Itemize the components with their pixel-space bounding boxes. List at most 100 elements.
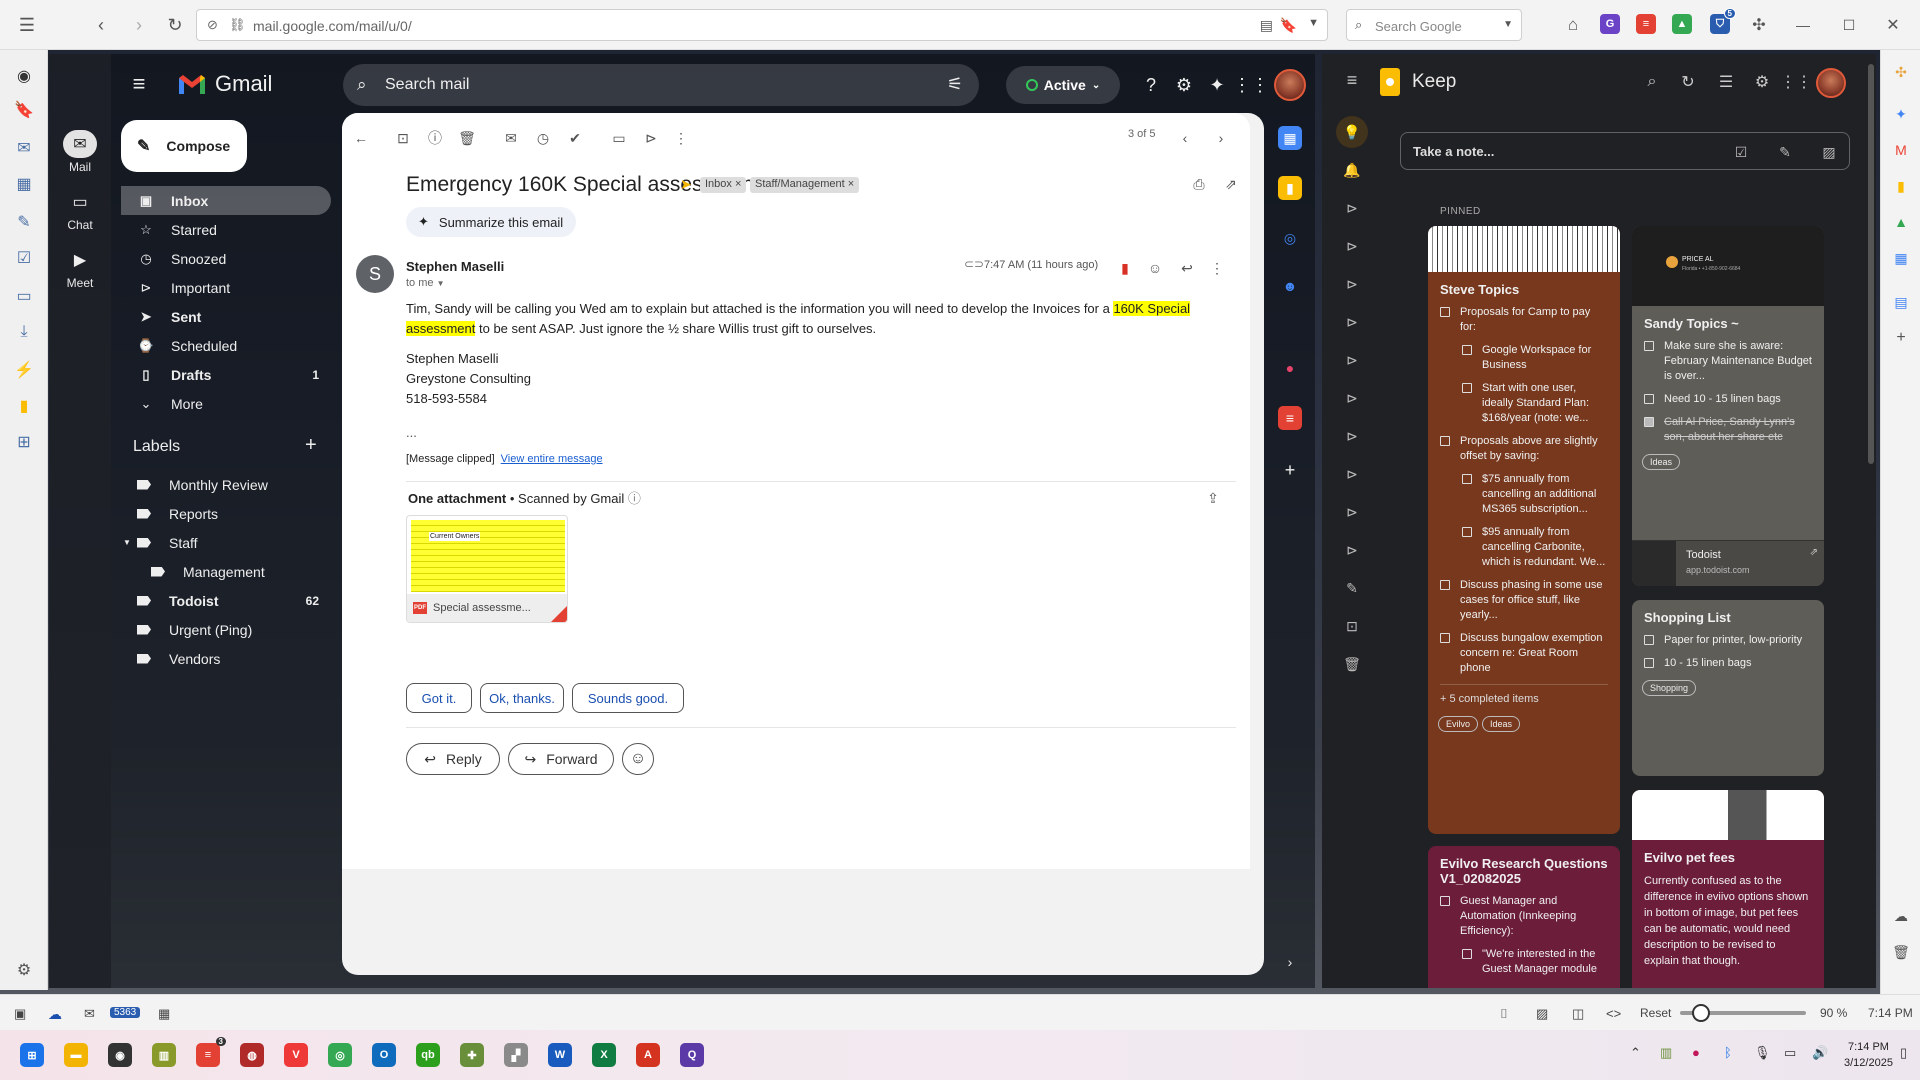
tag-pill[interactable]: Ideas	[1642, 454, 1681, 470]
bluetooth-icon[interactable]: ᛒ	[1724, 1045, 1732, 1060]
zoom-reset-button[interactable]: Reset	[1640, 1006, 1671, 1020]
checklist-item[interactable]: Guest Manager and Automation (Innkeeping…	[1440, 894, 1608, 939]
checkbox-checked[interactable]	[1644, 417, 1654, 427]
checkbox[interactable]	[1440, 580, 1450, 590]
bookmarks-icon[interactable]: 🔖	[12, 98, 36, 122]
quickbooks-app-icon[interactable]: qb	[416, 1043, 440, 1067]
app-icon[interactable]: Q	[680, 1043, 704, 1067]
vivaldi-app-icon[interactable]: V	[284, 1043, 308, 1067]
word-app-icon[interactable]: W	[548, 1043, 572, 1067]
nav-drafts[interactable]: ▯ Drafts 1	[121, 360, 331, 389]
label-reports[interactable]: Reports	[121, 499, 331, 528]
page-tiling-icon[interactable]: ◫	[1572, 1006, 1584, 1022]
cloud-icon[interactable]: ☁	[1889, 904, 1913, 928]
page-actions-icon[interactable]: <>	[1606, 1006, 1621, 1021]
smart-reply-sounds-good[interactable]: Sounds good.	[572, 683, 684, 713]
bitwarden-extension-icon[interactable]: ⛉ 5	[1710, 8, 1736, 34]
todoist-extension-icon[interactable]: ≡	[1636, 14, 1656, 34]
edit-labels-icon[interactable]: ✎	[1336, 572, 1368, 604]
report-spam-icon[interactable]: ⓘ	[424, 127, 446, 149]
smart-reply-got-it[interactable]: Got it.	[406, 683, 472, 713]
main-menu-icon[interactable]: ≡	[125, 70, 153, 98]
rail-chat[interactable]: ▭ Chat	[49, 188, 111, 232]
maximize-icon[interactable]: ☐	[1834, 10, 1864, 40]
excel-app-icon[interactable]: X	[592, 1043, 616, 1067]
mail-count-badge[interactable]: 5363	[110, 1007, 141, 1018]
chrome-app-icon[interactable]: ◎	[328, 1043, 352, 1067]
minimize-icon[interactable]: —	[1788, 10, 1818, 40]
network-icon[interactable]: ▭	[1784, 1045, 1796, 1061]
side-panel-toggle-icon[interactable]: ›	[1278, 950, 1302, 974]
emoji-react-icon[interactable]: ☺	[1144, 257, 1166, 279]
nav-sent[interactable]: ➤ Sent	[121, 302, 331, 331]
label-nav-icon[interactable]: ⊳	[1336, 268, 1368, 300]
checklist-item[interactable]: Discuss bungalow exemption concern re: G…	[1440, 631, 1608, 676]
image-toggle-icon[interactable]: ▨	[1536, 1006, 1548, 1022]
app-icon[interactable]: ▞	[504, 1043, 528, 1067]
keep-title[interactable]: Keep	[1412, 71, 1456, 93]
todoist-addon-icon[interactable]: ≡	[1278, 406, 1302, 430]
reload-icon[interactable]: ↻	[160, 10, 190, 40]
checklist-item[interactable]: Proposals for Camp to pay for:	[1440, 305, 1608, 335]
grammarly-extension-icon[interactable]: G	[1600, 14, 1620, 34]
tag-pill[interactable]: Evilvo	[1438, 716, 1479, 732]
label-monthly-review[interactable]: Monthly Review	[121, 470, 331, 499]
trash-icon[interactable]: 🗑	[1336, 648, 1368, 680]
checklist-item[interactable]: Google Workspace for Business	[1462, 343, 1608, 373]
snooze-icon[interactable]: ◷	[532, 127, 554, 149]
start-icon[interactable]: ⊞	[20, 1043, 44, 1067]
tasks-panel-icon[interactable]: ☑	[12, 246, 36, 270]
gemini-sparkle-icon[interactable]: ✦	[1204, 72, 1230, 98]
checkbox[interactable]	[1440, 307, 1450, 317]
capture-icon[interactable]: ⌷	[1500, 1006, 1508, 1022]
scrollbar-thumb[interactable]	[1868, 64, 1874, 464]
account-avatar[interactable]	[1274, 69, 1306, 101]
gmail-panel-icon[interactable]: M	[1889, 138, 1913, 162]
reply-button[interactable]: ↩ Reply	[406, 743, 500, 775]
volume-icon[interactable]: 🔊	[1812, 1045, 1828, 1061]
new-image-icon[interactable]: ▨	[1819, 142, 1839, 162]
note-evilvo-research[interactable]: Evilvo Research Questions V1_02082025 Gu…	[1428, 846, 1620, 988]
forward-button[interactable]: ↪ Forward	[508, 743, 614, 775]
search-engine-field[interactable]: ⌕ Search Google ▼	[1346, 9, 1522, 41]
sender-avatar[interactable]: S	[356, 255, 394, 293]
label-vendors[interactable]: Vendors	[121, 644, 331, 673]
note-evilvo-pet-fees[interactable]: Evilvo pet fees Currently confused as to…	[1632, 790, 1824, 988]
label-todoist[interactable]: Todoist 62	[121, 586, 331, 615]
sync-cloud-icon[interactable]: ☁	[48, 1006, 62, 1023]
search-icon[interactable]: ⌕	[1640, 70, 1664, 94]
app-icon[interactable]: ✚	[460, 1043, 484, 1067]
take-note-field[interactable]: Take a note... ☑ ✎ ▨	[1400, 132, 1850, 170]
calendar-status-icon[interactable]: ▦	[158, 1006, 170, 1022]
archive-icon[interactable]: ⊡	[392, 127, 414, 149]
checklist-item[interactable]: Need 10 - 15 linen bags	[1644, 392, 1812, 407]
trash-icon[interactable]: 🗑	[1889, 940, 1913, 964]
panel-icon[interactable]: ✣	[1889, 60, 1913, 84]
security-icon[interactable]: ⊘	[207, 17, 218, 33]
nav-snoozed[interactable]: ◷ Snoozed	[121, 244, 331, 273]
main-menu-icon[interactable]: ≡	[1340, 68, 1364, 92]
open-link-icon[interactable]: ⇗	[1810, 547, 1818, 558]
todoist-app-icon[interactable]: ≡ 3	[196, 1037, 226, 1067]
app-icon[interactable]: ◉	[108, 1043, 132, 1067]
important-flag-icon[interactable]: ▮	[1114, 257, 1136, 279]
back-arrow-icon[interactable]: ←	[350, 127, 372, 149]
refresh-icon[interactable]: ↻	[1676, 70, 1700, 94]
acrobat-app-icon[interactable]: A	[636, 1043, 660, 1067]
summarize-button[interactable]: ✦ Summarize this email	[406, 207, 576, 237]
contacts-addon-icon[interactable]: ☻	[1278, 274, 1302, 298]
calendar-panel-icon[interactable]: ▦	[1889, 246, 1913, 270]
move-to-icon[interactable]: ▭	[608, 127, 630, 149]
rail-meet[interactable]: ▶ Meet	[49, 246, 111, 290]
drive-extension-icon[interactable]: ▲	[1672, 14, 1692, 34]
gmail-logo[interactable]: Gmail	[177, 68, 272, 100]
recipient-line[interactable]: to me ▼	[406, 277, 445, 289]
checklist-item[interactable]: Paper for printer, low-priority	[1644, 633, 1812, 648]
more-vert-icon[interactable]: ⋮	[1206, 257, 1228, 279]
calendar-panel-icon[interactable]: ▦	[12, 172, 36, 196]
search-icon[interactable]: ⌕	[357, 75, 367, 95]
label-staff[interactable]: ▼ Staff	[121, 528, 331, 557]
checkbox[interactable]	[1462, 527, 1472, 537]
reply-icon[interactable]: ↩	[1176, 257, 1198, 279]
forward-icon[interactable]: ›	[124, 10, 154, 40]
